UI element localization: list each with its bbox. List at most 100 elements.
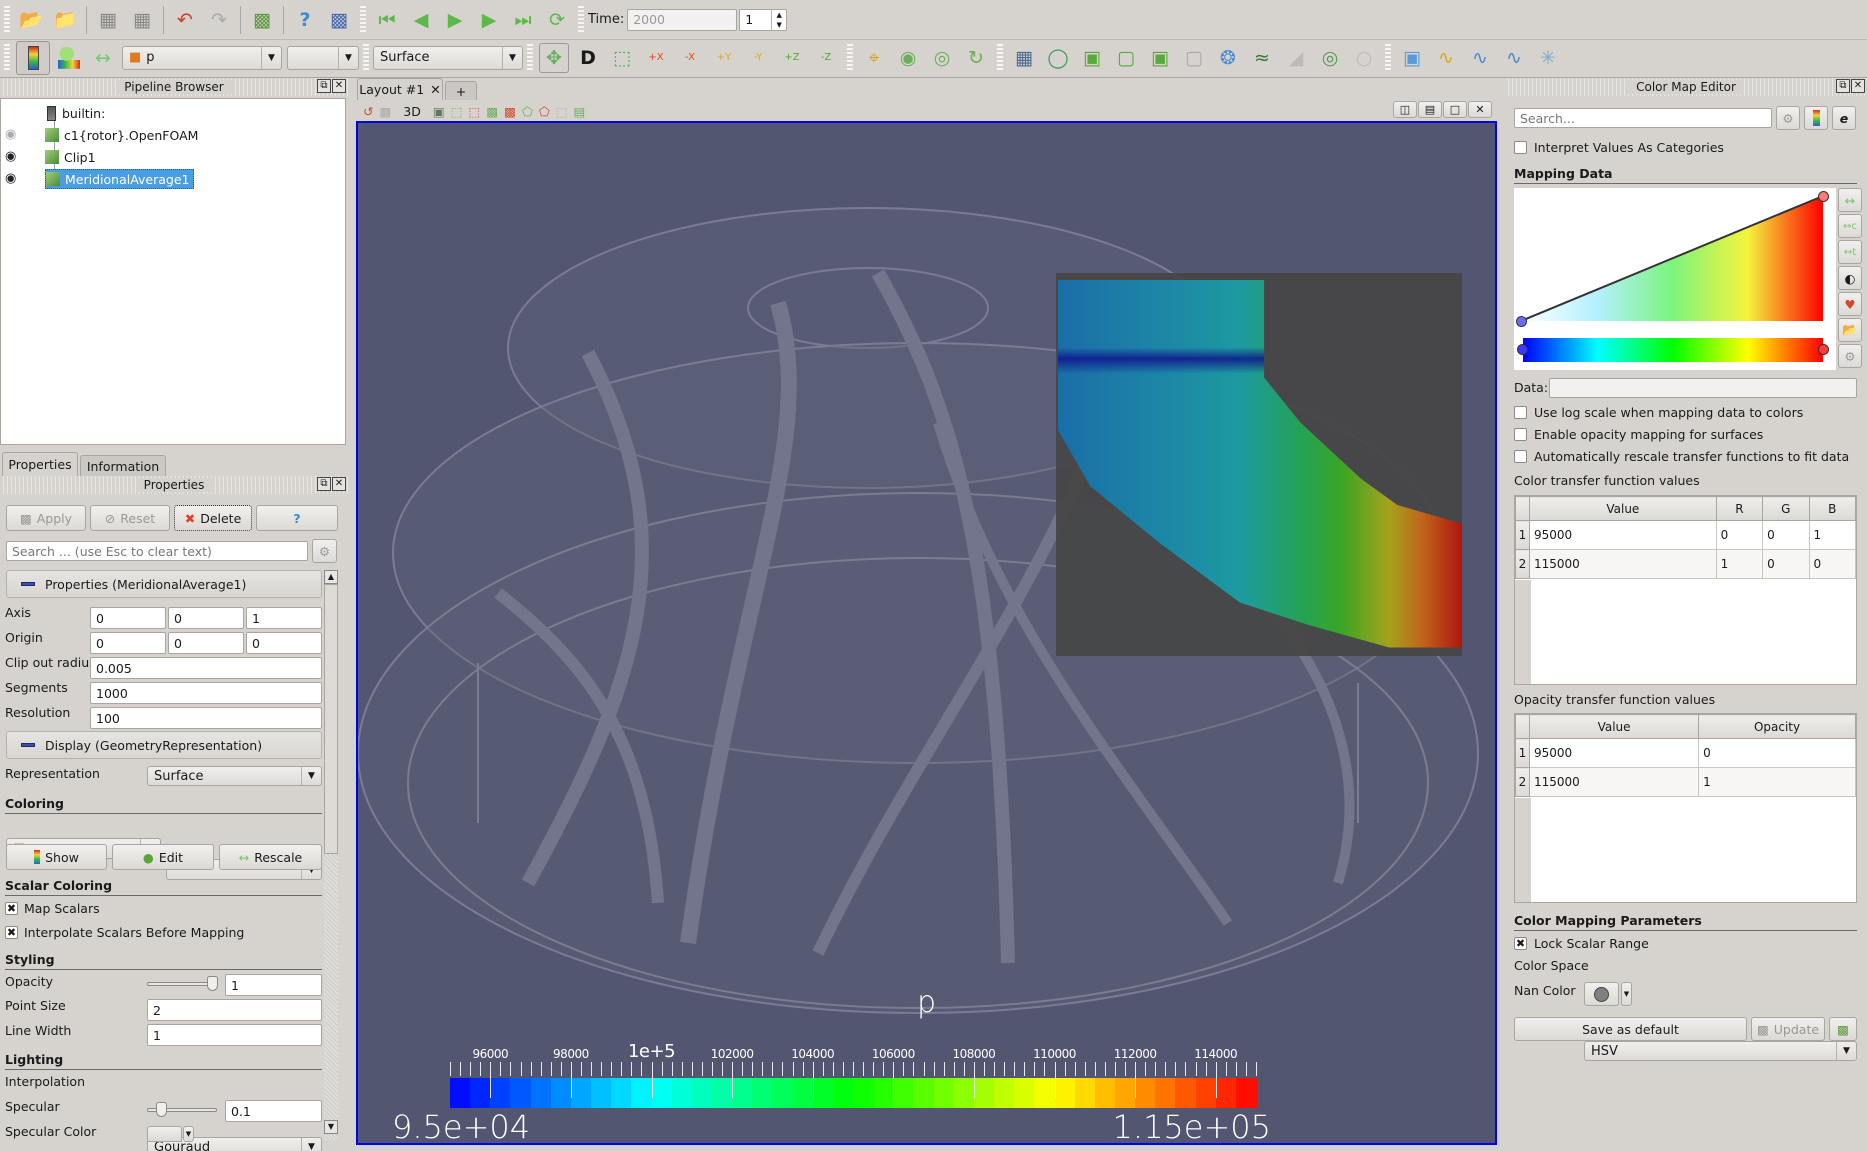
find-data-icon[interactable]: ▩ — [247, 5, 277, 35]
clip-icon[interactable]: ▣ — [1077, 43, 1107, 73]
split-vertical-icon[interactable]: ▤ — [1418, 101, 1442, 118]
open-icon[interactable]: 📂 — [16, 5, 46, 35]
interpolate-scalars-checkbox[interactable]: ✖ Interpolate Scalars Before Mapping — [5, 925, 244, 940]
show-center-icon[interactable]: ◉ — [893, 43, 923, 73]
view-minus-x-icon[interactable]: -X — [675, 43, 705, 73]
close-tab-icon[interactable]: ✕ — [430, 82, 440, 97]
threshold-icon[interactable]: ▣ — [1145, 43, 1175, 73]
table-row[interactable]: 2 115000 1 0 0 — [1515, 549, 1856, 579]
load-state-icon[interactable]: 📁 — [50, 5, 80, 35]
select-cells-polygon-icon[interactable]: ⬠ — [522, 104, 533, 119]
view-minus-y-icon[interactable]: -Y — [743, 43, 773, 73]
float-panel-icon[interactable]: ⧉ — [1836, 79, 1850, 93]
show-colorbar-button[interactable]: Show — [6, 844, 107, 870]
add-layout-tab[interactable]: + — [445, 81, 477, 100]
interpret-categories-checkbox[interactable]: Interpret Values As Categories — [1514, 140, 1724, 155]
specular-input[interactable]: 0.1 — [225, 1100, 322, 1122]
reset-button[interactable]: ⊘ Reset — [90, 505, 170, 531]
contour-icon[interactable]: ◯ — [1043, 43, 1073, 73]
rescale-to-data-icon[interactable]: ↔ — [1838, 188, 1862, 212]
color-point-min[interactable] — [1517, 344, 1528, 355]
reset-session-icon[interactable]: ↺ — [363, 104, 373, 119]
specular-color-dropdown[interactable]: ▼ — [183, 1126, 194, 1142]
eye-icon[interactable]: ◉ — [5, 149, 16, 164]
advanced-colormap-icon[interactable]: ⚙ — [1838, 344, 1862, 368]
nan-color-dropdown[interactable]: ▼ — [1621, 982, 1632, 1006]
axis-y-input[interactable]: 0 — [168, 607, 244, 629]
play-icon[interactable]: ▶ — [440, 5, 470, 35]
opacity-mapping-checkbox[interactable]: Enable opacity mapping for surfaces — [1514, 427, 1763, 442]
pipeline-item-builtin[interactable]: builtin: — [47, 103, 105, 123]
display-group-header[interactable]: Display (GeometryRepresentation) — [6, 731, 322, 759]
toolbar-grip[interactable] — [1385, 43, 1391, 72]
column-header[interactable]: B — [1808, 496, 1856, 521]
clear-selection-icon[interactable]: ▤ — [574, 104, 586, 119]
plot-over-line-icon[interactable]: ∿ — [1465, 43, 1495, 73]
scroll-up-icon[interactable]: ▲ — [324, 570, 338, 584]
color-function-bar[interactable] — [1523, 338, 1823, 362]
point-size-input[interactable]: 2 — [147, 999, 322, 1021]
advanced-settings-button[interactable]: ⚙ — [312, 539, 337, 563]
log-scale-checkbox[interactable]: Use log scale when mapping data to color… — [1514, 405, 1803, 420]
data-value-input[interactable] — [1549, 378, 1857, 398]
selection-display-icon[interactable]: ▣ — [1397, 43, 1427, 73]
specular-slider[interactable] — [147, 1102, 217, 1117]
table-cell[interactable]: 95000 — [1528, 738, 1700, 768]
toolbar-grip[interactable] — [4, 5, 10, 34]
color-point-max[interactable] — [1818, 344, 1829, 355]
pipeline-item-clip1[interactable]: Clip1 — [45, 147, 96, 167]
split-horizontal-icon[interactable]: ◫ — [1393, 101, 1417, 118]
plot-selection-over-time-icon[interactable]: ∿ — [1431, 43, 1461, 73]
warp-vector-icon[interactable]: ◢ — [1281, 43, 1311, 73]
properties-scrollbar[interactable]: ▲ — [324, 570, 338, 1140]
column-header[interactable]: R — [1715, 496, 1764, 521]
clip-radius-input[interactable]: 0.005 — [90, 657, 322, 679]
scroll-down-icon[interactable]: ▼ — [324, 1120, 338, 1134]
pipeline-item-meridionalaverage1[interactable]: MeridionalAverage1 — [45, 169, 195, 189]
tab-information[interactable]: Information — [80, 455, 166, 476]
invert-colormap-icon[interactable]: ◐ — [1838, 266, 1862, 290]
redo-icon[interactable]: ↷ — [204, 5, 234, 35]
slice-icon[interactable]: ▢ — [1111, 43, 1141, 73]
table-cell[interactable]: 115000 — [1529, 549, 1717, 579]
table-cell[interactable]: 0 — [1762, 549, 1810, 579]
specular-color-button[interactable] — [147, 1126, 182, 1142]
auto-update-button[interactable]: ▩ — [1829, 1017, 1857, 1041]
timestep-spinbox[interactable]: 1 ▲ ▼ — [739, 8, 788, 31]
rescale-range-icon[interactable]: ↔ — [88, 43, 118, 73]
axis-z-input[interactable]: 1 — [246, 607, 322, 629]
toolbar-grip[interactable] — [363, 43, 369, 72]
first-frame-icon[interactable]: ⏮ — [372, 5, 402, 35]
table-cell[interactable]: 0 — [1715, 520, 1764, 550]
view-plus-y-icon[interactable]: +Y — [709, 43, 739, 73]
float-panel-icon[interactable]: ⧉ — [317, 79, 331, 93]
save-as-default-button[interactable]: Save as default — [1514, 1017, 1747, 1041]
maximize-view-icon[interactable]: □ — [1443, 101, 1467, 118]
calculator-icon[interactable]: ▦ — [1009, 43, 1039, 73]
select-points-on-icon[interactable]: ⬚ — [469, 104, 481, 119]
eye-icon[interactable]: ◉ — [5, 127, 16, 142]
column-header[interactable]: Value — [1528, 714, 1700, 739]
opacity-input[interactable]: 1 — [225, 974, 322, 996]
pick-center-icon[interactable]: ▩ — [324, 5, 354, 35]
opacity-slider[interactable] — [147, 976, 218, 991]
capture-screenshot-icon[interactable]: ▣ — [433, 104, 445, 119]
origin-z-input[interactable]: 0 — [246, 632, 322, 654]
representation-dropdown[interactable]: Surface ▼ — [147, 766, 322, 786]
help-button[interactable]: ? — [256, 505, 338, 531]
last-frame-icon[interactable]: ⏭ — [508, 5, 538, 35]
opacity-point-max[interactable] — [1818, 191, 1829, 202]
view-minus-z-icon[interactable]: -Z — [811, 43, 841, 73]
table-cell[interactable]: 1 — [1698, 767, 1856, 797]
toolbar-grip[interactable] — [4, 43, 10, 72]
representation-select[interactable]: Surface ▼ — [373, 45, 523, 70]
select-cells-on-icon[interactable]: ⬚ — [451, 104, 463, 119]
toolbar-grip[interactable] — [847, 43, 853, 72]
layout-tab[interactable]: Layout #1 ✕ — [357, 78, 443, 100]
table-row[interactable]: 1 95000 0 0 1 — [1515, 520, 1856, 550]
save-preset-button[interactable]: e — [1832, 106, 1856, 130]
delete-button[interactable]: ✖ Delete — [174, 505, 252, 531]
colormap-advanced-button[interactable]: ⚙ — [1776, 106, 1800, 130]
link-views-icon[interactable]: ▩ — [379, 104, 391, 119]
table-cell[interactable]: 1 — [1808, 520, 1856, 550]
